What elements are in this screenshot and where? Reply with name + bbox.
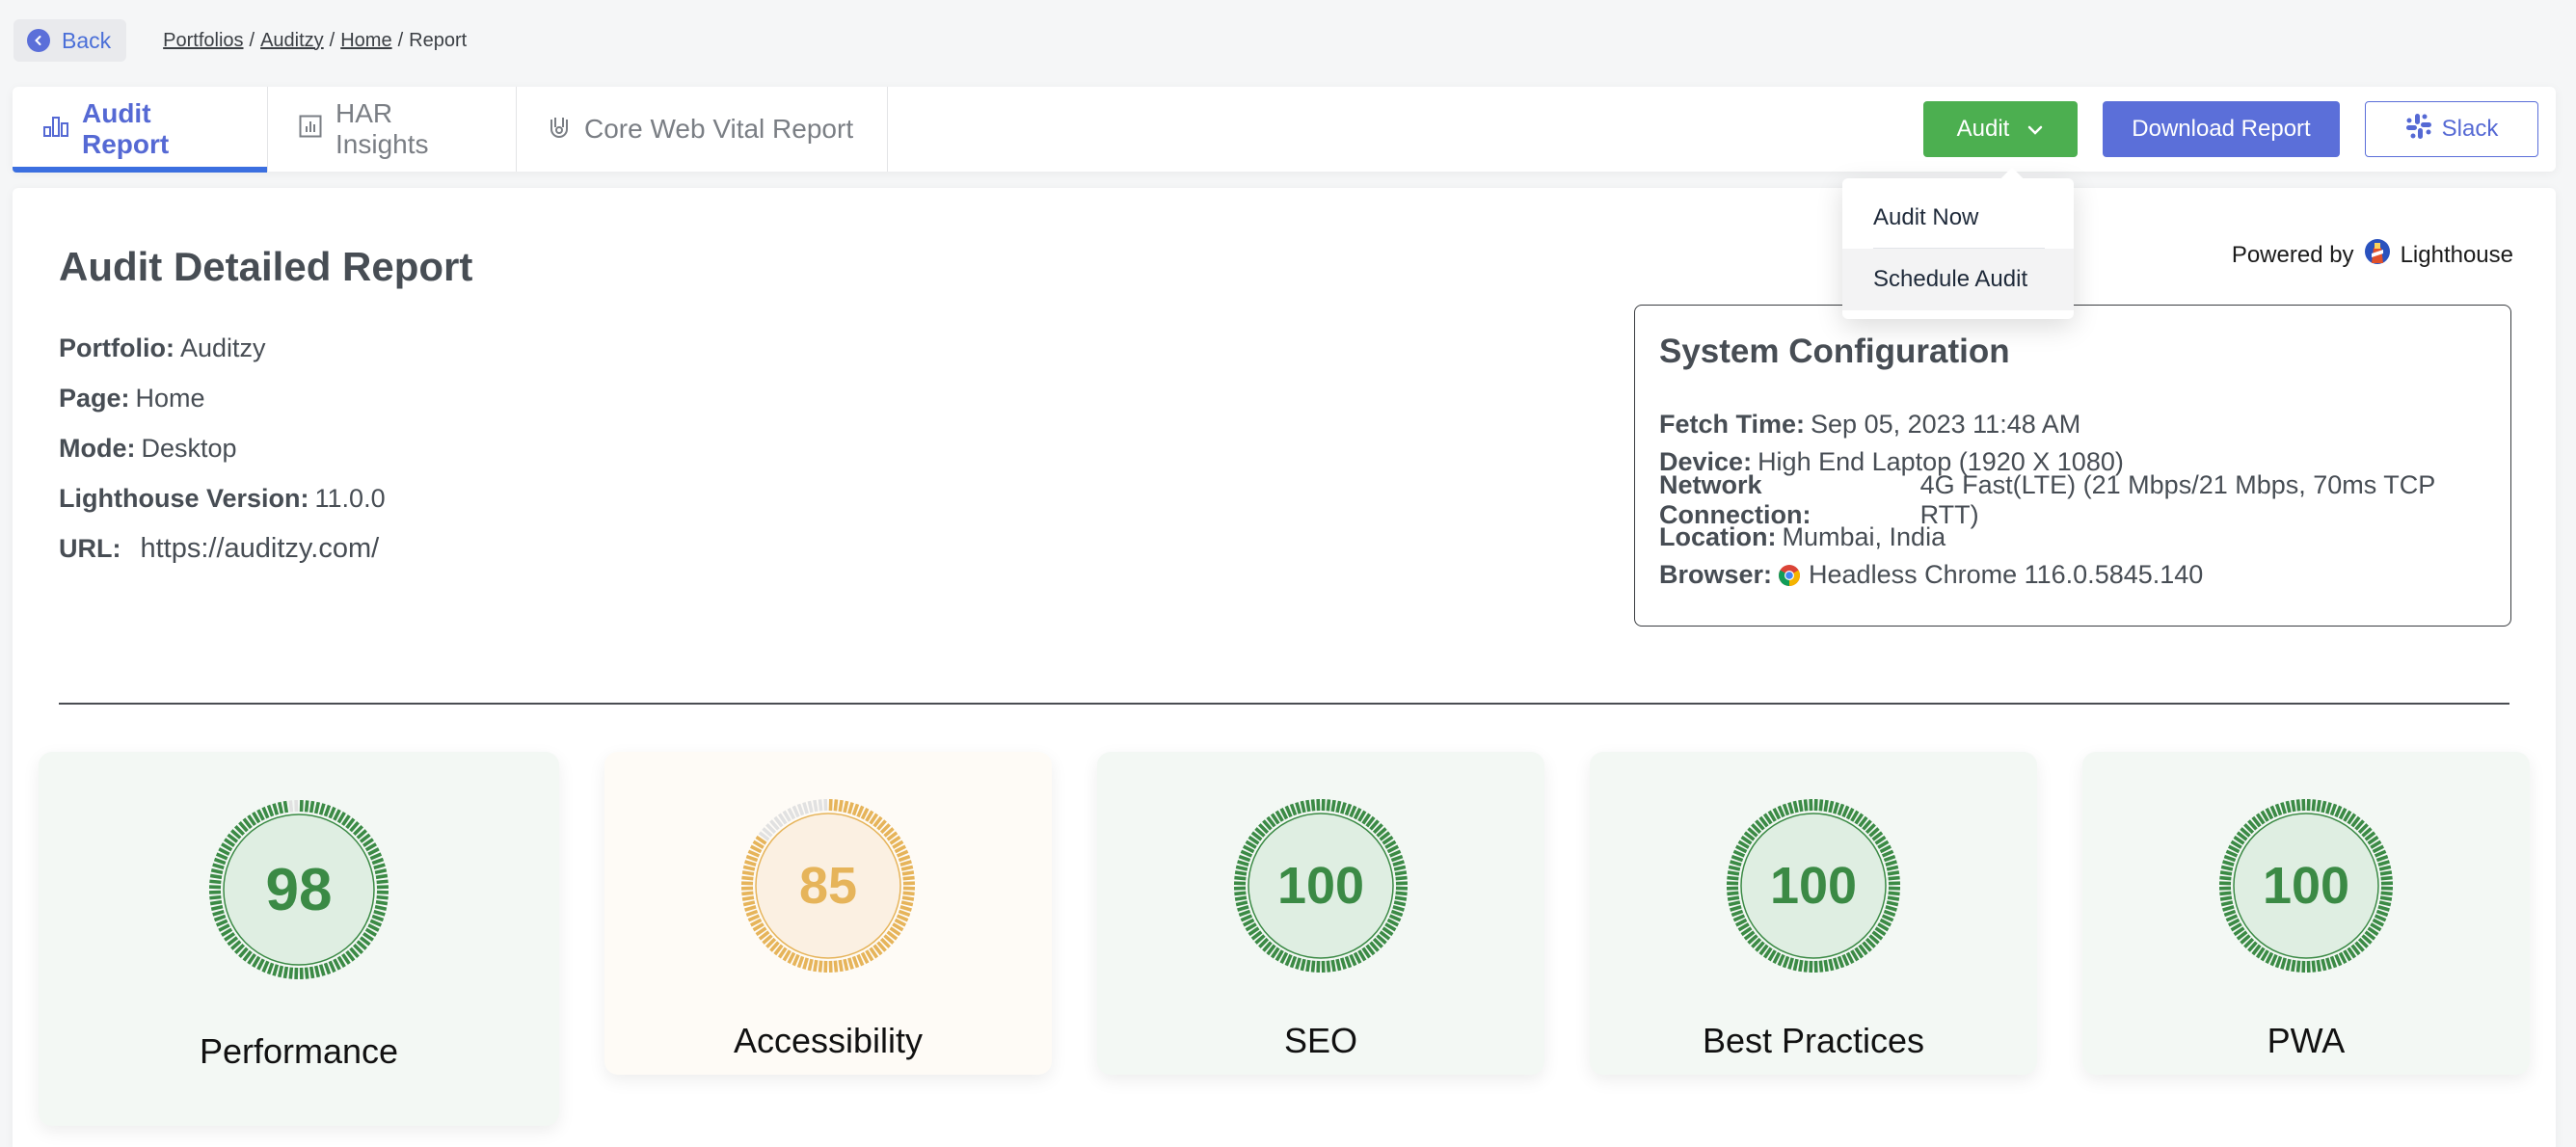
audit-dropdown-menu: Audit Now Schedule Audit xyxy=(1842,178,2074,319)
score-value: 98 xyxy=(265,856,333,923)
score-label: Best Practices xyxy=(1702,1021,1925,1060)
detail-value: Desktop xyxy=(141,433,237,463)
download-report-button[interactable]: Download Report xyxy=(2103,101,2340,157)
detail-value: Auditzy xyxy=(179,333,266,362)
hand-rock-icon xyxy=(548,114,571,146)
score-card-seo[interactable]: 100 SEO xyxy=(1097,752,1544,1075)
powered-by: Powered by Lighthouse xyxy=(2232,238,2513,272)
detail-url: URL: https://auditzy.com/ xyxy=(59,523,386,574)
tab-actions: Audit Download Report Slack xyxy=(1923,87,2556,172)
detail-value: Home xyxy=(135,383,205,413)
powered-by-name: Lighthouse xyxy=(2400,241,2513,268)
breadcrumb-report: Report xyxy=(409,29,468,51)
score-value: 100 xyxy=(1276,857,1365,915)
score-gauge: 100 xyxy=(1725,797,1902,974)
score-value: 100 xyxy=(2262,857,2350,915)
config-network: Network Connection: 4G Fast(LTE) (21 Mbps… xyxy=(1659,470,2486,529)
detail-lighthouse-version: Lighthouse Version: 11.0.0 xyxy=(59,473,386,523)
score-value: 85 xyxy=(798,857,858,915)
breadcrumb-home[interactable]: Home xyxy=(340,30,391,52)
config-value: Sep 05, 2023 11:48 AM xyxy=(1811,410,2081,439)
top-bar: Back Portfolios / Auditzy / Home / Repor… xyxy=(13,19,467,62)
config-browser: Browser: Headless Chrome 116.0.5845.140 xyxy=(1659,556,2486,594)
back-label: Back xyxy=(62,27,112,53)
breadcrumb: Portfolios / Auditzy / Home / Report xyxy=(163,30,467,52)
chrome-icon xyxy=(1778,564,1801,587)
audit-label: Audit xyxy=(1956,116,2010,142)
section-divider xyxy=(59,703,2509,705)
breadcrumb-separator: / xyxy=(397,29,404,51)
powered-by-label: Powered by xyxy=(2231,241,2354,268)
detail-value: https://auditzy.com/ xyxy=(140,532,380,564)
audit-dropdown-button[interactable]: Audit xyxy=(1923,101,2078,157)
config-label: Network Connection: xyxy=(1659,469,1811,529)
detail-label: Page: xyxy=(59,383,130,413)
bar-chart-icon xyxy=(43,114,68,145)
score-label: PWA xyxy=(2267,1021,2346,1060)
breadcrumb-separator: / xyxy=(329,29,335,51)
chart-box-icon xyxy=(299,114,322,145)
breadcrumb-portfolios[interactable]: Portfolios xyxy=(163,30,243,52)
score-label: SEO xyxy=(1283,1021,1358,1060)
back-button[interactable]: Back xyxy=(13,19,127,62)
slack-button[interactable]: Slack xyxy=(2365,101,2538,157)
tab-bar: Audit Report HAR Insights Core Web Vital… xyxy=(13,87,2556,173)
score-gauge: 100 xyxy=(2217,797,2395,974)
system-configuration-title: System Configuration xyxy=(1659,333,2010,370)
score-label: Performance xyxy=(199,1031,399,1071)
score-card-pwa[interactable]: 100 PWA xyxy=(2082,752,2530,1075)
detail-page: Page: Home xyxy=(59,373,386,423)
chevron-left-icon xyxy=(27,29,50,52)
config-label: Fetch Time: xyxy=(1659,410,1806,439)
tab-label: Core Web Vital Report xyxy=(584,114,854,144)
score-card-performance[interactable]: 98 Performance xyxy=(39,752,559,1126)
slack-icon xyxy=(2405,113,2432,147)
lighthouse-logo-icon xyxy=(2364,238,2391,272)
config-label: Location: xyxy=(1659,522,1777,551)
report-details: Portfolio: Auditzy Page: Home Mode: Desktop… xyxy=(59,323,386,574)
config-fetch-time: Fetch Time: Sep 05, 2023 11:48 AM xyxy=(1659,406,2486,443)
detail-label: Lighthouse Version: xyxy=(59,483,309,513)
system-configuration: System Configuration Fetch Time: Sep 05, … xyxy=(1634,305,2511,627)
page-title: Audit Detailed Report xyxy=(59,244,473,289)
tab-core-web-vital-report[interactable]: Core Web Vital Report xyxy=(517,87,888,172)
score-card-best-practices[interactable]: 100 Best Practices xyxy=(1590,752,2037,1075)
config-label: Browser: xyxy=(1659,560,1773,589)
score-card-accessibility[interactable]: 85 Accessibility xyxy=(604,752,1052,1075)
score-gauge: 98 xyxy=(207,798,390,981)
slack-label: Slack xyxy=(2441,116,2499,142)
detail-portfolio: Portfolio: Auditzy xyxy=(59,323,386,373)
tab-har-insights[interactable]: HAR Insights xyxy=(268,87,517,172)
config-value: Headless Chrome 116.0.5845.140 xyxy=(1809,560,2204,589)
detail-label: Mode: xyxy=(59,433,136,463)
detail-value: 11.0.0 xyxy=(314,483,386,513)
tab-label: HAR Insights xyxy=(335,98,429,159)
score-value: 100 xyxy=(1769,857,1858,915)
tab-label: Audit Report xyxy=(82,98,170,159)
breadcrumb-auditzy[interactable]: Auditzy xyxy=(260,30,324,52)
score-label: Accessibility xyxy=(733,1021,924,1060)
breadcrumb-separator: / xyxy=(249,29,255,51)
detail-mode: Mode: Desktop xyxy=(59,423,386,473)
config-value: Mumbai, India xyxy=(1782,522,1946,551)
menu-item-audit-now[interactable]: Audit Now xyxy=(1842,187,2074,249)
menu-item-schedule-audit[interactable]: Schedule Audit xyxy=(1842,249,2074,310)
detail-label: URL: xyxy=(59,533,121,563)
detail-label: Portfolio: xyxy=(59,333,174,362)
score-gauge: 85 xyxy=(739,797,917,974)
tab-audit-report[interactable]: Audit Report xyxy=(13,87,268,173)
chevron-down-icon xyxy=(2026,116,2044,143)
config-value: 4G Fast(LTE) (21 Mbps/21 Mbps, 70ms TCP … xyxy=(1919,469,2435,529)
score-gauge: 100 xyxy=(1232,797,1409,974)
